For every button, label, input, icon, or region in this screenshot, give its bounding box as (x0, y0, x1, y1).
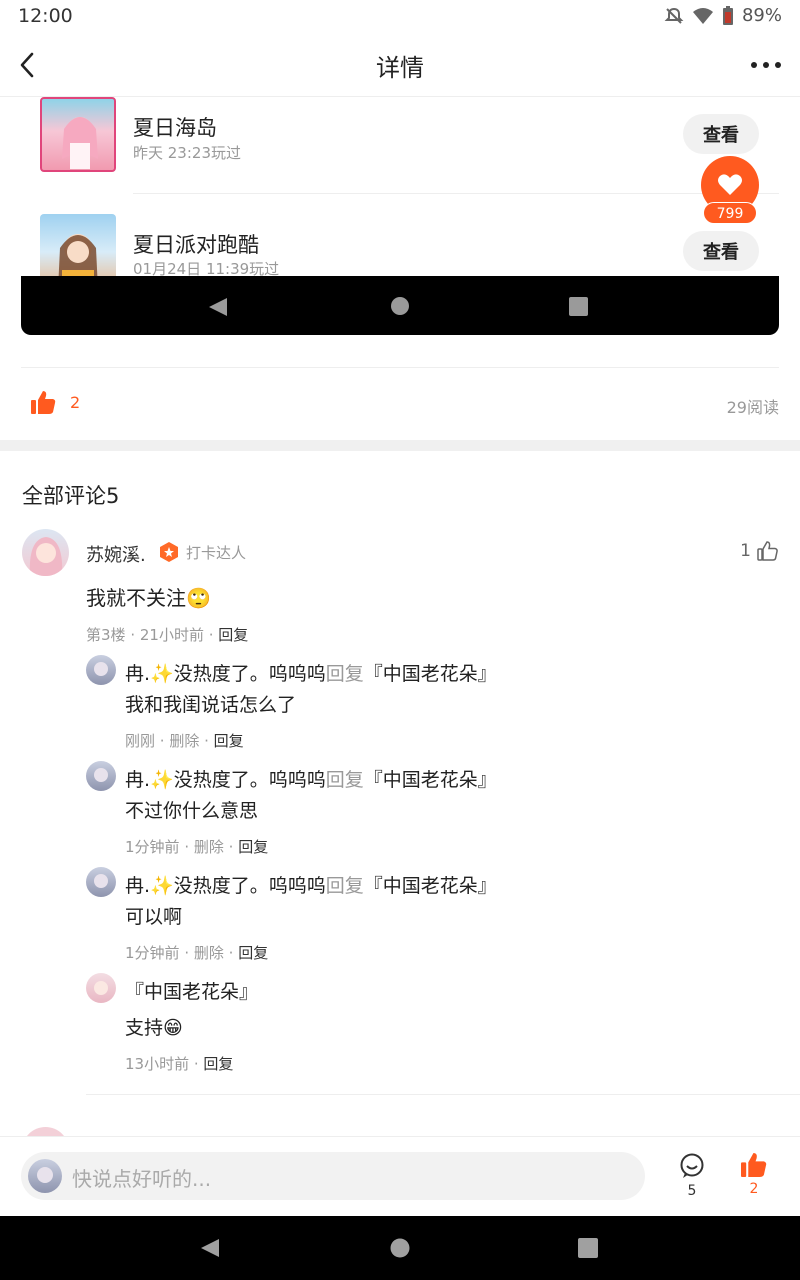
reply-target[interactable]: 『中国老花朵』 (364, 875, 497, 897)
comments-title: 全部评论5 (22, 484, 120, 508)
status-time: 12:00 (18, 5, 73, 27)
page-title: 详情 (376, 54, 424, 82)
self-avatar (28, 1159, 62, 1193)
reply-username[interactable]: 冉.✨没热度了。呜呜呜 (125, 875, 326, 897)
game-played-time: 01月24日 11:39玩过 (133, 260, 280, 276)
view-game-button[interactable]: 查看 (683, 231, 759, 271)
reply-text: 不过你什么意思 (125, 800, 259, 822)
avatar[interactable] (22, 529, 69, 576)
nav-recents-icon[interactable] (578, 1238, 598, 1258)
reply-text: 支持😁 (125, 1017, 183, 1039)
nav-back-icon (209, 298, 227, 316)
reply-username[interactable]: 冉.✨没热度了。呜呜呜 (125, 769, 326, 791)
comment-placeholder[interactable]: 快说点好听的... (72, 1163, 211, 1192)
user-badge: 打卡达人 (158, 541, 246, 563)
reply-meta: 1分钟前 · 删除 · 回复 (125, 838, 269, 856)
thumbs-up-icon (31, 391, 56, 414)
embedded-nav-bar (21, 276, 779, 335)
thumbs-up-outline-icon (757, 541, 778, 561)
nav-recents-icon (569, 297, 588, 316)
reply-meta: 1分钟前 · 删除 · 回复 (125, 944, 269, 962)
reply-link[interactable]: 回复 (214, 732, 244, 750)
game-played-time: 昨天 23:23玩过 (133, 144, 241, 162)
battery-percent: 89% (741, 5, 782, 26)
reply-username[interactable]: 冉.✨没热度了。呜呜呜 (125, 663, 326, 685)
read-count: 29阅读 (726, 398, 779, 417)
reply-header: 冉.✨没热度了。呜呜呜回复『中国老花朵』 (125, 765, 497, 792)
reply-text: 可以啊 (125, 906, 183, 928)
comment-floor: 第3楼 (86, 626, 126, 644)
nav-home-icon (391, 297, 409, 315)
list-divider (133, 193, 779, 194)
status-icons: 89% (664, 5, 782, 26)
reply-avatar[interactable] (86, 761, 116, 791)
comment-bubble-icon (680, 1153, 704, 1178)
comment-like-count: 1 (740, 541, 751, 561)
reply-time: 1分钟前 (125, 944, 180, 962)
bottom-like-count: 2 (749, 1181, 759, 1197)
reply-header: 冉.✨没热度了。呜呜呜回复『中国老花朵』 (125, 871, 497, 898)
reply-time: 13小时前 (125, 1055, 190, 1073)
comment-meta: 第3楼 · 21小时前 · 回复 (86, 626, 249, 644)
reply-link[interactable]: 回复 (203, 1055, 233, 1073)
post-divider (21, 367, 779, 368)
comment-divider (86, 1094, 800, 1095)
post-like-button[interactable]: 2 (31, 390, 80, 414)
bottom-like-button[interactable]: 2 (738, 1152, 770, 1197)
floating-like-count: 799 (703, 202, 757, 224)
nav-back-icon[interactable] (199, 1237, 221, 1259)
section-divider (0, 440, 800, 451)
reply-word: 回复 (325, 875, 364, 897)
reply-header: 冉.✨没热度了。呜呜呜回复『中国老花朵』 (125, 659, 497, 686)
delete-link[interactable]: 删除 (194, 944, 224, 962)
game-thumbnail[interactable] (40, 97, 116, 172)
reply-time: 刚刚 (125, 732, 156, 750)
game-name: 夏日派对跑酷 (133, 233, 259, 257)
thumbs-up-icon (741, 1153, 767, 1177)
badge-label: 打卡达人 (186, 543, 247, 562)
reply-link[interactable]: 回复 (238, 838, 268, 856)
post-like-count: 2 (70, 392, 81, 412)
delete-link[interactable]: 删除 (169, 732, 199, 750)
comment-like-button[interactable]: 1 (740, 541, 778, 561)
comment-count: 5 (687, 1183, 697, 1199)
reply-word: 回复 (325, 663, 364, 685)
reply-avatar[interactable] (86, 867, 116, 897)
more-options-icon[interactable] (748, 50, 784, 80)
comments-button[interactable]: 5 (676, 1153, 708, 1199)
reply-avatar[interactable] (86, 973, 116, 1003)
view-game-button[interactable]: 查看 (683, 114, 759, 154)
comment-time: 21小时前 (139, 626, 204, 644)
app-header: 详情 (0, 34, 800, 97)
wifi-icon (692, 7, 713, 24)
heart-icon (718, 174, 742, 195)
embedded-game-list: 夏日海岛 昨天 23:23玩过 查看 夏日派对跑酷 01月24日 11:39玩过… (21, 97, 779, 276)
delete-link[interactable]: 删除 (194, 838, 224, 856)
reply-link[interactable]: 回复 (218, 626, 248, 644)
reply-meta: 13小时前 · 回复 (125, 1055, 234, 1073)
nav-home-icon[interactable] (390, 1238, 410, 1258)
comment-text: 我就不关注🙄 (86, 586, 211, 610)
reply-target[interactable]: 『中国老花朵』 (364, 769, 497, 791)
reply-link[interactable]: 回复 (238, 944, 268, 962)
status-bar: 12:00 89% (0, 0, 800, 34)
mute-bell-icon (664, 7, 684, 24)
game-name: 夏日海岛 (133, 116, 217, 140)
comment-username[interactable]: 苏婉溪. (86, 541, 146, 567)
game-thumbnail[interactable] (40, 214, 116, 276)
reply-word: 回复 (325, 769, 364, 791)
reply-meta: 刚刚 · 删除 · 回复 (125, 732, 244, 750)
system-nav-bar (0, 1216, 800, 1280)
reply-target[interactable]: 『中国老花朵』 (364, 663, 497, 685)
badge-icon (160, 542, 178, 562)
battery-icon (722, 5, 733, 25)
reply-time: 1分钟前 (125, 838, 180, 856)
reply-username[interactable]: 『中国老花朵』 (125, 977, 258, 1004)
reply-avatar[interactable] (86, 655, 116, 685)
reply-text: 我和我闺说话怎么了 (125, 694, 297, 716)
